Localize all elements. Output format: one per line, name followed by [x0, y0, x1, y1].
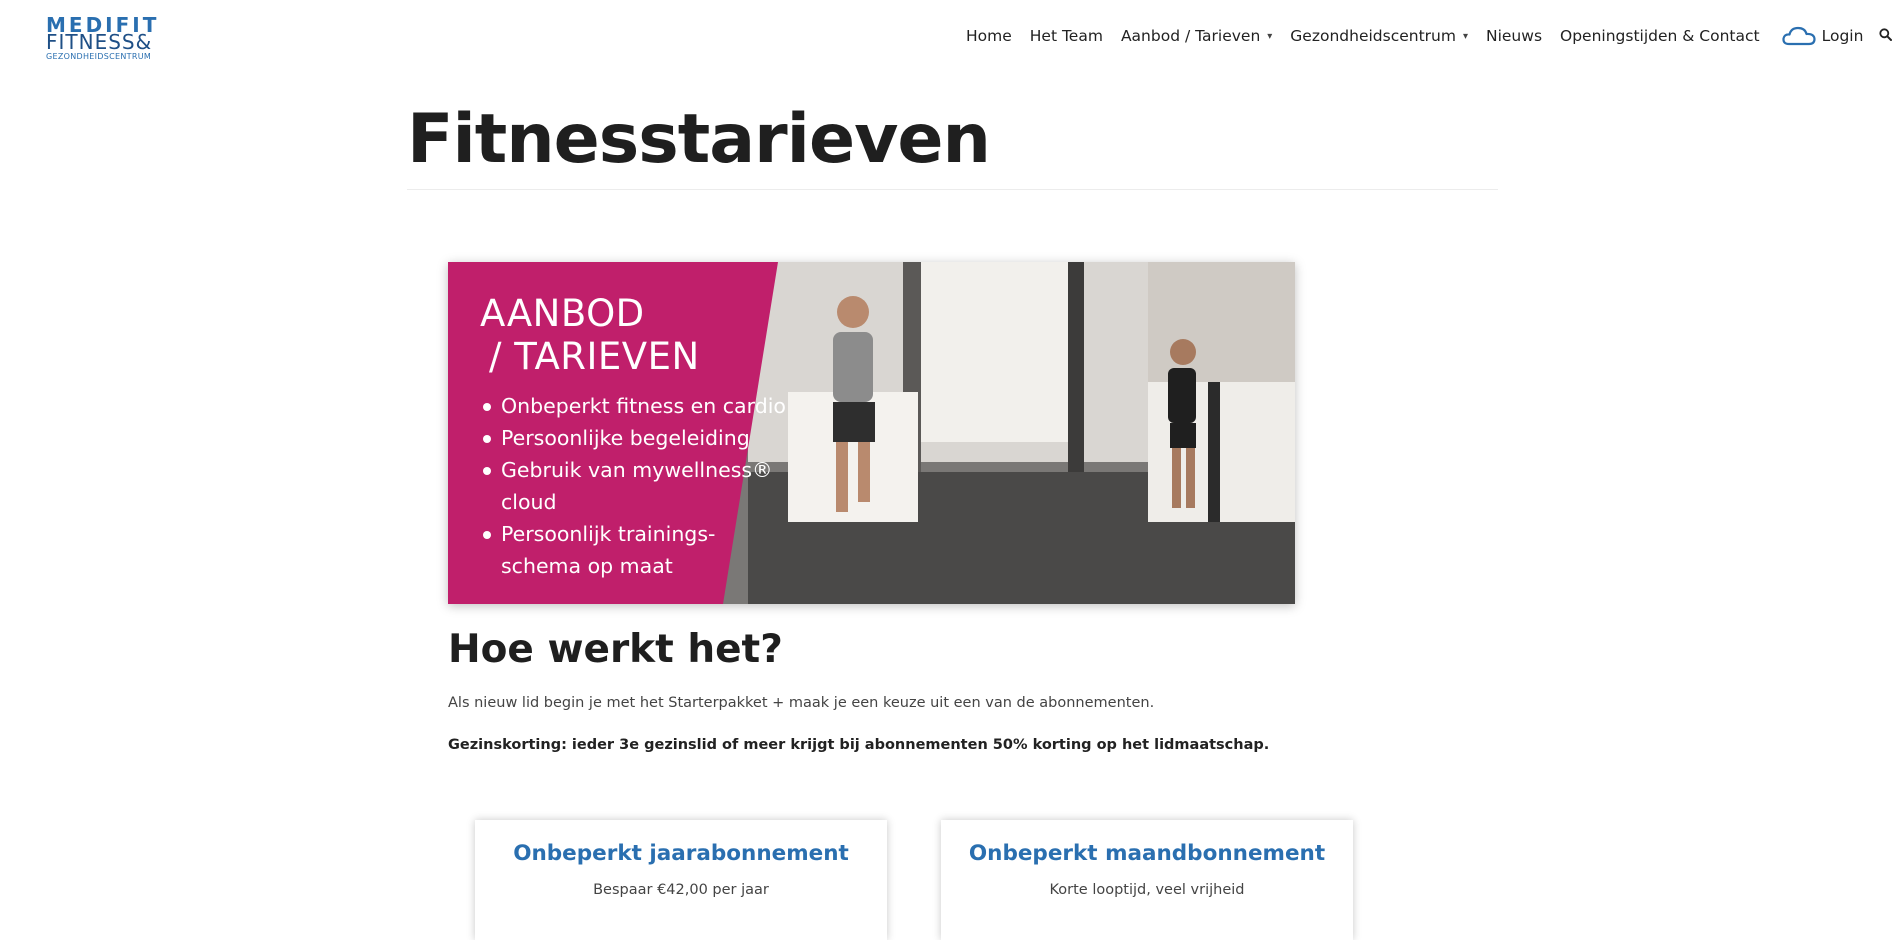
- banner-heading-line1: AANBOD: [480, 292, 645, 335]
- banner-bullet-continuation: schema op maat: [501, 554, 673, 578]
- nav-item-aanbod-tarieven[interactable]: Aanbod / Tarieven ▾: [1121, 27, 1272, 45]
- plan-title: Onbeperkt maandbonnement: [968, 841, 1326, 866]
- chevron-down-icon: ▾: [1462, 30, 1468, 42]
- nav-item-nieuws[interactable]: Nieuws: [1486, 27, 1542, 45]
- nav-item-openingstijden-contact[interactable]: Openingstijden & Contact: [1560, 27, 1760, 45]
- banner-bullet: Onbeperkt fitness en cardio: [480, 390, 786, 422]
- nav-item-label: Aanbod / Tarieven: [1120, 27, 1261, 45]
- plan-card-yearly[interactable]: Onbeperkt jaarabonnement Bespaar €42,00 …: [475, 820, 887, 940]
- intro-text: Als nieuw lid begin je met het Starterpa…: [448, 695, 1155, 711]
- login-link[interactable]: Login: [1781, 25, 1864, 47]
- banner-bullet-continuation: cloud: [501, 490, 557, 514]
- nav-item-label: Nieuws: [1486, 27, 1543, 45]
- logo-text-gezondheidscentrum: GEZONDHEIDSCENTRUM: [46, 52, 152, 61]
- site-logo[interactable]: MEDIFIT FITNESS& GEZONDHEIDSCENTRUM: [46, 15, 171, 63]
- banner-bullet: Persoonlijke begeleiding: [480, 422, 786, 454]
- banner-text: AANBOD / TARIEVEN Onbeperkt fitness en c…: [480, 292, 786, 582]
- banner-bullet-list: Onbeperkt fitness en cardio Persoonlijke…: [480, 390, 786, 582]
- nav-item-label: Gezondheidscentrum: [1290, 27, 1456, 45]
- nav-item-gezondheidscentrum[interactable]: Gezondheidscentrum ▾: [1290, 27, 1468, 45]
- offer-banner: AANBOD / TARIEVEN Onbeperkt fitness en c…: [448, 262, 1295, 604]
- banner-bullet: Persoonlijk trainings-: [480, 518, 786, 550]
- banner-bullet: Gebruik van mywellness®: [480, 454, 786, 486]
- plan-card-monthly[interactable]: Onbeperkt maandbonnement Korte looptijd,…: [941, 820, 1353, 940]
- section-heading: Hoe werkt het?: [448, 627, 783, 672]
- logo-text-fitness: FITNESS&: [46, 30, 153, 54]
- nav-item-home[interactable]: Home: [966, 27, 1012, 45]
- title-divider: [407, 189, 1498, 190]
- discount-text: Gezinskorting: ieder 3e gezinslid of mee…: [448, 737, 1270, 753]
- search-icon: [1879, 27, 1893, 41]
- nav-item-label: Het Team: [1029, 27, 1103, 45]
- main-navigation: Home Het Team Aanbod / Tarieven ▾ Gezond…: [966, 25, 1893, 47]
- plan-subtitle: Bespaar €42,00 per jaar: [593, 882, 769, 898]
- plan-title: Onbeperkt jaarabonnement: [513, 841, 849, 866]
- nav-item-label: Openingstijden & Contact: [1560, 27, 1760, 45]
- nav-item-het-team[interactable]: Het Team: [1030, 27, 1103, 45]
- banner-heading-line2: / TARIEVEN: [489, 335, 700, 378]
- nav-item-label: Home: [966, 27, 1012, 45]
- chevron-down-icon: ▾: [1267, 30, 1273, 42]
- cloud-icon: [1781, 26, 1816, 46]
- search-button[interactable]: [1879, 27, 1893, 45]
- plan-subtitle: Korte looptijd, veel vrijheid: [1049, 882, 1245, 898]
- login-label: Login: [1821, 27, 1864, 45]
- page-title: Fitnesstarieven: [407, 100, 991, 179]
